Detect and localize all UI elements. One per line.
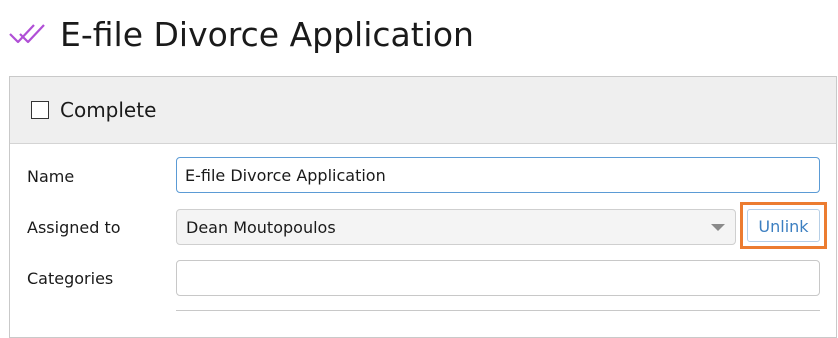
categories-label: Categories (27, 269, 114, 288)
categories-input[interactable] (176, 260, 820, 296)
panel-header: Complete (10, 77, 836, 144)
assigned-to-select[interactable]: Dean Moutopoulos (176, 209, 736, 245)
assigned-to-label: Assigned to (27, 218, 121, 237)
page-header: E-file Divorce Application (0, 0, 838, 76)
name-input[interactable] (176, 157, 820, 193)
name-label: Name (27, 167, 75, 186)
complete-label[interactable]: Complete (60, 98, 156, 122)
chevron-down-icon[interactable] (711, 224, 725, 231)
next-field-edge (176, 310, 820, 330)
double-check-icon (9, 24, 45, 44)
task-panel: Complete Name Assigned to Dean Moutopoul… (9, 76, 837, 338)
page-title: E-file Divorce Application (60, 15, 474, 54)
assigned-to-value: Dean Moutopoulos (186, 218, 336, 237)
complete-checkbox[interactable] (31, 101, 49, 119)
unlink-button[interactable]: Unlink (747, 209, 820, 242)
